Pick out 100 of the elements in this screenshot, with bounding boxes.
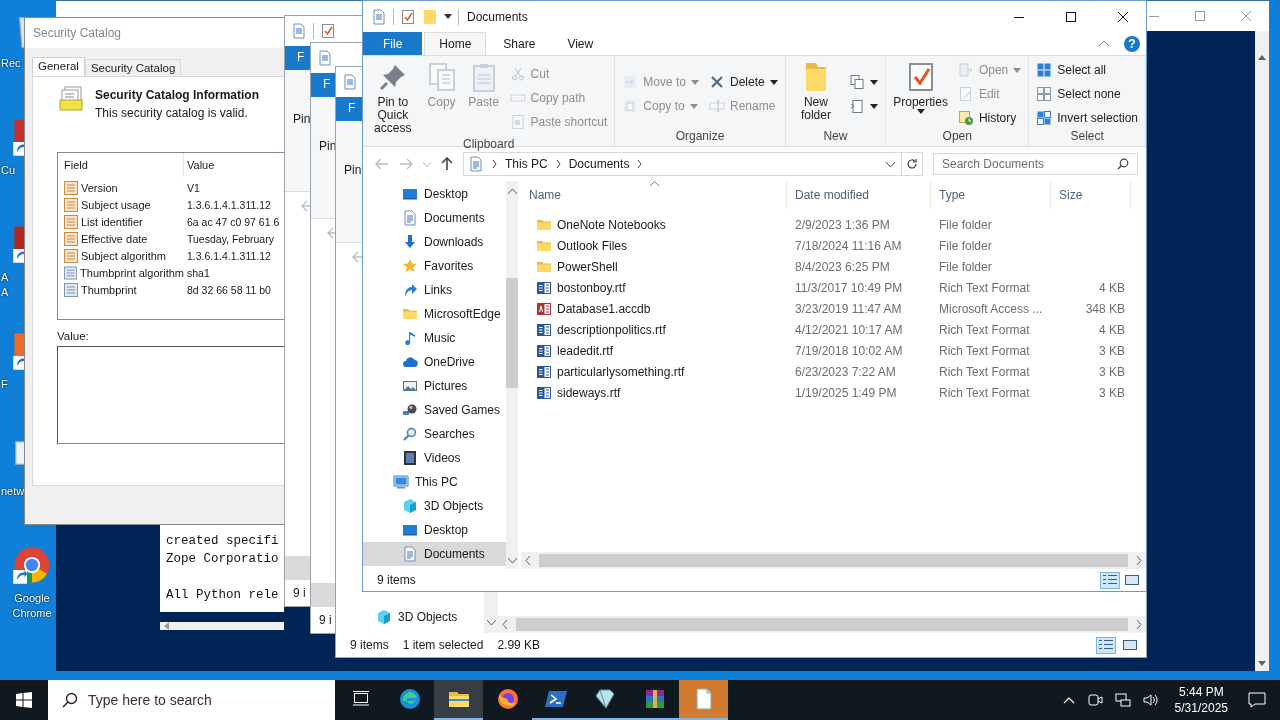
nav-item[interactable]: Documents bbox=[363, 542, 506, 566]
nav-item[interactable]: Saved Games bbox=[363, 398, 506, 422]
ribbon-button[interactable]: Select all bbox=[1036, 59, 1138, 81]
nav-item[interactable]: Pictures bbox=[363, 374, 506, 398]
refresh-button[interactable] bbox=[902, 152, 923, 176]
volume-icon[interactable] bbox=[1142, 692, 1159, 708]
scroll-up-icon[interactable] bbox=[507, 189, 517, 194]
document-icon bbox=[536, 342, 552, 359]
table-cell-text: File folder bbox=[938, 238, 993, 253]
table-cell: Thumbprint bbox=[81, 283, 137, 296]
chevron-down-icon[interactable] bbox=[886, 161, 895, 167]
scrollbar[interactable] bbox=[311, 583, 336, 607]
desktop-icon-label[interactable]: Rec bbox=[1, 56, 23, 71]
scroll-down-icon[interactable] bbox=[507, 558, 517, 563]
scrollbar[interactable] bbox=[1255, 31, 1269, 671]
move-icon bbox=[622, 74, 639, 90]
ribbon-label[interactable]: Pin bbox=[293, 112, 311, 126]
nav-item[interactable]: OneDrive bbox=[363, 350, 506, 374]
chevron-right-icon[interactable] bbox=[555, 160, 561, 168]
scroll-right-icon[interactable] bbox=[1136, 620, 1142, 629]
field-icon bbox=[64, 265, 78, 280]
up-arrow-icon[interactable] bbox=[441, 157, 453, 171]
maximize-icon[interactable] bbox=[1065, 10, 1077, 23]
tab[interactable]: General bbox=[32, 57, 85, 76]
meeting-icon[interactable] bbox=[1086, 692, 1103, 708]
file-name[interactable]: sideways.rtf bbox=[557, 385, 621, 400]
scroll-down-icon[interactable] bbox=[486, 620, 496, 625]
file-name[interactable]: OneNote Notebooks bbox=[557, 217, 666, 232]
scrollbar[interactable] bbox=[285, 556, 310, 580]
search-field[interactable]: Type here to search bbox=[48, 680, 335, 720]
ribbon-tab[interactable]: Home bbox=[424, 32, 487, 55]
help-button[interactable]: ? bbox=[1124, 35, 1140, 52]
file-tab[interactable]: File bbox=[363, 32, 423, 55]
column-header[interactable]: Field bbox=[58, 153, 184, 177]
nav-item[interactable]: Links bbox=[363, 278, 506, 302]
ribbon-button[interactable]: Select none bbox=[1036, 83, 1138, 105]
shortcut-icon bbox=[509, 114, 526, 130]
field-icon bbox=[64, 282, 78, 297]
nav-item[interactable]: Downloads bbox=[363, 230, 506, 254]
file-name[interactable]: Outlook Files bbox=[557, 238, 628, 253]
details-view-button[interactable] bbox=[1096, 636, 1116, 654]
ribbon-button[interactable]: New folder bbox=[788, 59, 844, 124]
nav-item[interactable]: Favorites bbox=[363, 254, 506, 278]
address-bar[interactable]: This PC Documents bbox=[463, 152, 902, 176]
clock[interactable]: 5:44 PM 5/31/2025 bbox=[1174, 684, 1228, 716]
scroll-left-icon[interactable] bbox=[525, 556, 531, 565]
field-icon bbox=[64, 231, 78, 246]
desktop-icon-label[interactable]: A A bbox=[1, 270, 23, 300]
desktop-icon-label[interactable]: F bbox=[1, 377, 23, 392]
scroll-right-icon[interactable] bbox=[1136, 556, 1142, 565]
desktop-icon-label[interactable]: Cu bbox=[1, 163, 23, 178]
nav-item[interactable]: Desktop bbox=[363, 518, 506, 542]
network-icon[interactable] bbox=[1114, 692, 1131, 708]
nav-item[interactable]: Searches bbox=[363, 422, 506, 446]
nav-item[interactable]: MicrosoftEdge bbox=[363, 302, 506, 326]
column-header[interactable]: Name bbox=[521, 181, 787, 209]
column-header[interactable]: Type bbox=[931, 181, 1051, 209]
file-name[interactable]: particularlysomething.rtf bbox=[557, 364, 685, 379]
scrollbar[interactable] bbox=[521, 552, 1146, 569]
desktop-icon-label[interactable]: netw bbox=[1, 484, 23, 499]
scroll-left-icon[interactable] bbox=[502, 620, 508, 629]
column-header[interactable]: Value bbox=[184, 159, 215, 171]
ribbon-button[interactable]: Delete bbox=[709, 71, 778, 93]
file-name[interactable]: PowerShell bbox=[557, 259, 618, 274]
column-header[interactable]: Size bbox=[1051, 181, 1131, 209]
properties-icon[interactable] bbox=[320, 23, 336, 39]
ribbon-button[interactable]: Properties bbox=[889, 59, 952, 116]
nav-item[interactable]: Desktop bbox=[363, 182, 506, 206]
scrollbar[interactable] bbox=[498, 616, 1146, 633]
file-name[interactable]: bostonboy.rtf bbox=[557, 280, 626, 295]
details-view-button[interactable] bbox=[1100, 571, 1120, 589]
browser-icon[interactable] bbox=[12, 545, 52, 585]
nav-item[interactable]: Videos bbox=[363, 446, 506, 470]
nav-item[interactable]: Documents bbox=[363, 206, 506, 230]
nav-item[interactable]: 3D Objects bbox=[363, 494, 506, 518]
search-field[interactable]: Search Documents bbox=[933, 153, 1138, 175]
scroll-up-icon[interactable] bbox=[1258, 55, 1266, 60]
notification-icon[interactable] bbox=[1248, 692, 1266, 708]
file-name[interactable]: leadedit.rtf bbox=[557, 343, 614, 358]
scroll-down-icon[interactable] bbox=[1258, 661, 1266, 666]
nav-item[interactable]: Music bbox=[363, 326, 506, 350]
ribbon-button[interactable]: Invert selection bbox=[1036, 107, 1138, 129]
item-count: 9 i bbox=[319, 613, 332, 627]
ribbon-label[interactable]: Pin bbox=[344, 163, 362, 177]
group-label: Clipboard bbox=[461, 137, 516, 151]
properties-icon[interactable] bbox=[400, 8, 416, 25]
ribbon-tab[interactable]: Share bbox=[488, 32, 551, 55]
ribbon-button[interactable]: History bbox=[957, 107, 1022, 129]
nav-item[interactable]: This PC bbox=[363, 470, 506, 494]
tab[interactable]: Security Catalog bbox=[84, 59, 182, 76]
file-name[interactable]: descriptionpolitics.rtf bbox=[557, 322, 666, 337]
nav-item[interactable]: 3D Objects bbox=[336, 605, 484, 629]
file-name[interactable]: Database1.accdb bbox=[557, 301, 651, 316]
chevron-right-icon[interactable] bbox=[637, 160, 643, 168]
ribbon-tab[interactable]: View bbox=[552, 32, 609, 55]
column-header[interactable]: Date modified bbox=[787, 181, 931, 209]
close-icon[interactable] bbox=[1117, 10, 1129, 23]
chevron-right-icon[interactable] bbox=[492, 160, 497, 168]
scrollbar[interactable] bbox=[506, 181, 518, 569]
desktop-icon-label[interactable]: Google Chrome bbox=[10, 591, 54, 621]
